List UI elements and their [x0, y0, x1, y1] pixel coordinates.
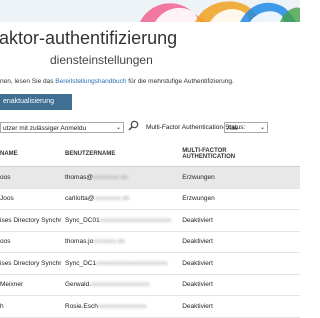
cell-name: ises Directory Synchr — [0, 252, 62, 275]
cell-name: oos — [0, 231, 62, 253]
username-visible: thomas@ — [65, 173, 93, 181]
cell-username: Sync_DC1xxxxxxxxxxxxxxxxxxxxxx — [62, 252, 172, 275]
cell-mfa-status: Erzwungen — [181, 188, 300, 210]
username-redacted: xxxxxxxxxxxxxxxxxx — [91, 281, 150, 289]
cell-mfa-status: Deaktiviert — [181, 252, 300, 275]
cell-username: Sync_DC01xxxxxxxxxxxxxxxxxxxxxx — [62, 209, 172, 232]
table-row[interactable]: ises Directory Synchr Sync_DC01xxxxxxxxx… — [0, 209, 300, 232]
username-visible: Sync_DC1 — [65, 259, 97, 267]
chevron-down-icon: ⌄ — [115, 125, 121, 131]
username-redacted: xxxxxxx.de — [93, 238, 125, 246]
cell-mfa-status: Deaktiviert — [181, 231, 300, 253]
cell-name: oos — [0, 166, 62, 189]
cell-name: h — [0, 295, 62, 318]
cell-username: Gerwald.xxxxxxxxxxxxxxxxxx — [62, 274, 172, 296]
search-icon[interactable] — [128, 120, 139, 134]
cell-mfa-status: Deaktiviert — [181, 274, 300, 296]
table-row[interactable]: Joos carllotta@xxxxxxxx.de Erzwungen — [0, 188, 300, 210]
cell-mfa-status: Erzwungen — [181, 166, 300, 189]
table-row[interactable]: oos thomas.joxxxxxxx.de Deaktiviert — [0, 231, 300, 253]
chevron-down-icon: ⌄ — [259, 125, 265, 131]
banner-artwork — [140, 1, 300, 22]
username-redacted: xxxxxxxx.de — [92, 173, 128, 181]
mfa-status-value: Alle — [227, 125, 238, 132]
cell-mfa-status: Deaktiviert — [181, 209, 300, 232]
cell-username: carllotta@xxxxxxxx.de — [62, 188, 172, 210]
mfa-status-select[interactable]: Alle ⌄ — [224, 122, 268, 133]
username-visible: Sync_DC01 — [65, 216, 100, 224]
column-header-name[interactable]: NAME — [0, 141, 62, 167]
column-header-mfa-status[interactable]: MULTI-FACTOR AUTHENTICATION — [181, 141, 300, 167]
header-banner — [0, 0, 300, 22]
users-table: NAME BENUTZERNAME MULTI-FACTOR AUTHENTIC… — [0, 141, 300, 318]
table-header-row: NAME BENUTZERNAME MULTI-FACTOR AUTHENTIC… — [0, 141, 300, 167]
mfa-header-line2: AUTHENTICATION — [182, 153, 236, 160]
cell-username: thomas@xxxxxxxx.de — [62, 166, 172, 189]
username-redacted: xxxxxxxxxxxxxxxxxxxxxx — [99, 216, 172, 224]
cell-username: thomas.joxxxxxxx.de — [62, 231, 172, 253]
username-redacted: xxxxxxxxxxxxxxx — [97, 302, 147, 310]
username-redacted: xxxxxxxx.de — [94, 195, 130, 203]
cell-mfa-status: Deaktiviert — [181, 295, 300, 318]
cell-name: ises Directory Synchr — [0, 209, 62, 232]
cell-name: Joos — [0, 188, 62, 210]
bulk-update-button[interactable]: enaktualisierung — [0, 94, 72, 110]
intro-suffix: für die mehrstufige Authentifizierung. — [126, 78, 234, 85]
table-row[interactable]: oos thomas@xxxxxxxx.de Erzwungen — [0, 166, 300, 189]
cell-name: Meixner — [0, 274, 62, 296]
username-redacted: xxxxxxxxxxxxxxxxxxxxxx — [96, 259, 168, 267]
username-visible: Rosie.Esch — [65, 302, 98, 310]
username-visible: carllotta@ — [65, 195, 95, 203]
table-row[interactable]: h Rosie.Eschxxxxxxxxxxxxxxx Deaktiviert — [0, 295, 300, 318]
username-visible: thomas.jo — [65, 238, 94, 246]
table-row[interactable]: Meixner Gerwald.xxxxxxxxxxxxxxxxxx Deakt… — [0, 274, 300, 296]
table-row[interactable]: ises Directory Synchr Sync_DC1xxxxxxxxxx… — [0, 252, 300, 275]
deployment-guide-link[interactable]: Bereitstellungshandbuch — [55, 78, 126, 85]
page-title: aktor-authentifizierung — [0, 28, 178, 48]
intro-prefix: nen, lesen Sie das — [0, 78, 56, 85]
username-visible: Gerwald. — [65, 281, 92, 289]
cell-username: Rosie.Eschxxxxxxxxxxxxxxx — [62, 295, 172, 318]
column-header-username[interactable]: BENUTZERNAME — [62, 141, 172, 167]
page-subtitle: diensteinstellungen — [50, 53, 153, 67]
intro-text: nen, lesen Sie das Bereitstellungshandbu… — [0, 78, 234, 85]
view-filter-select[interactable]: utzer mit zulässiger Anmeldu ⌄ — [0, 122, 124, 133]
view-filter-value: utzer mit zulässiger Anmeldu — [3, 125, 87, 132]
